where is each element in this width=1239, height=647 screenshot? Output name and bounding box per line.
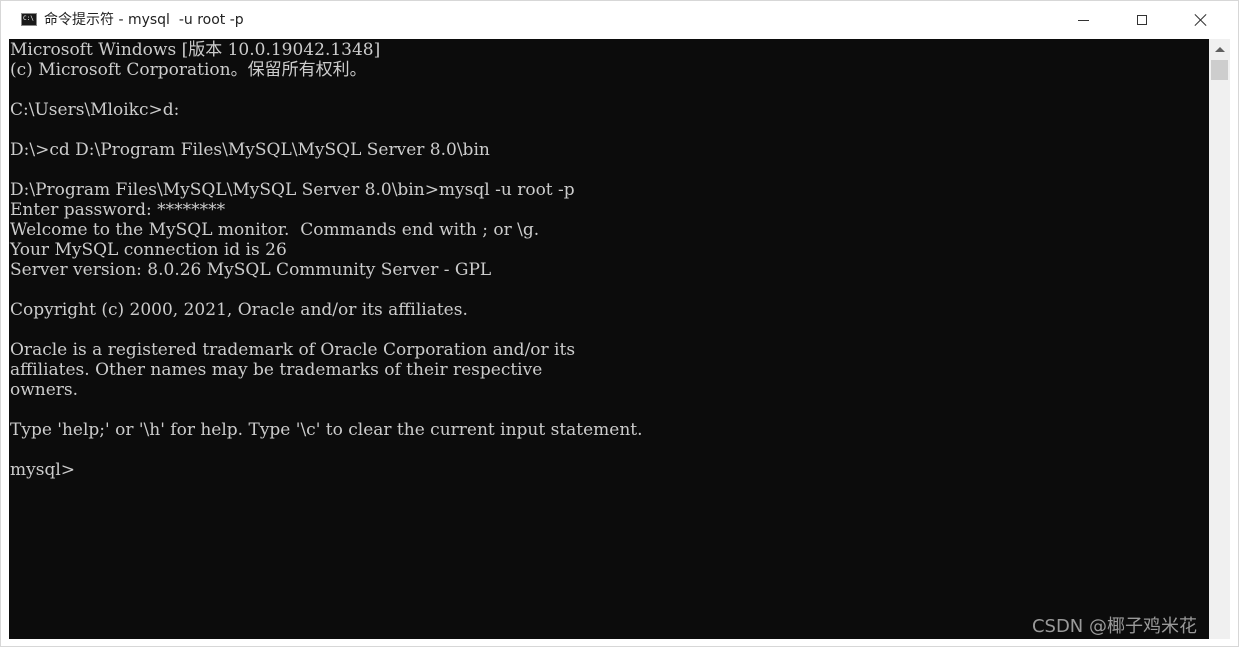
terminal-line: (c) Microsoft Corporation。保留所有权利。 — [10, 60, 367, 80]
terminal-line: Oracle is a registered trademark of Orac… — [10, 340, 576, 360]
watermark-text: CSDN @椰子鸡米花 — [1031, 616, 1197, 637]
terminal-line: affiliates. Other names may be trademark… — [10, 360, 543, 380]
close-icon — [1195, 14, 1207, 26]
scroll-up-button[interactable] — [1209, 39, 1230, 59]
terminal-line: Welcome to the MySQL monitor. Commands e… — [10, 220, 540, 240]
terminal-line: Server version: 8.0.26 MySQL Community S… — [10, 260, 492, 280]
title-bar[interactable]: 命令提示符 - mysql -u root -p — [1, 1, 1238, 39]
maximize-button[interactable] — [1113, 1, 1171, 39]
close-button[interactable] — [1172, 1, 1230, 39]
terminal-output-area[interactable]: Microsoft Windows [版本 10.0.19042.1348] (c… — [9, 39, 1209, 639]
terminal-lines: Microsoft Windows [版本 10.0.19042.1348] (c… — [10, 40, 643, 480]
window-right-border — [1230, 39, 1238, 639]
terminal-line: C:\Users\Mloikc>d: — [10, 100, 180, 120]
vertical-scrollbar[interactable] — [1209, 39, 1230, 639]
terminal-line: Copyright (c) 2000, 2021, Oracle and/or … — [10, 300, 468, 320]
minimize-button[interactable] — [1054, 1, 1112, 39]
terminal-line: Type 'help;' or '\h' for help. Type '\c'… — [10, 420, 643, 440]
window-title: 命令提示符 - mysql -u root -p — [44, 12, 244, 28]
maximize-icon — [1137, 15, 1147, 25]
terminal-line: owners. — [10, 380, 79, 400]
terminal-line: D:\Program Files\MySQL\MySQL Server 8.0\… — [10, 180, 575, 200]
chevron-up-icon — [1214, 46, 1225, 52]
terminal-line: mysql> — [10, 460, 76, 480]
terminal-line: Microsoft Windows [版本 10.0.19042.1348] — [10, 40, 381, 60]
window-bottom-border — [1, 639, 1238, 646]
minimize-icon — [1077, 19, 1089, 21]
terminal-line: D:\>cd D:\Program Files\MySQL\MySQL Serv… — [10, 140, 490, 160]
terminal-line: Your MySQL connection id is 26 — [10, 240, 287, 260]
cmd-console-icon[interactable] — [21, 13, 37, 26]
terminal-line: Enter password: ******** — [10, 200, 226, 220]
console-window: 命令提示符 - mysql -u root -p Microsoft Windo… — [0, 0, 1239, 647]
scrollbar-thumb[interactable] — [1211, 60, 1228, 80]
